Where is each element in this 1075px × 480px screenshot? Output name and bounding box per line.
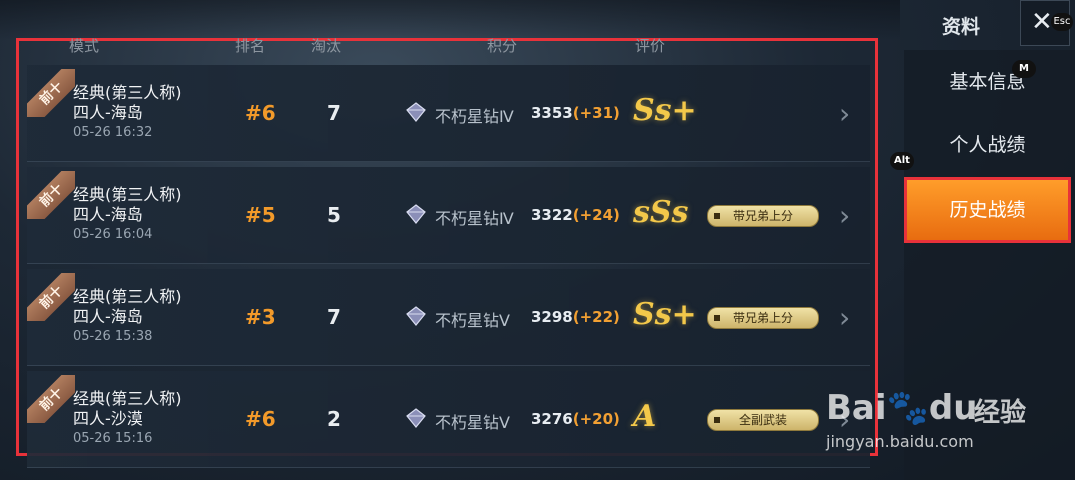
- match-kills: 2: [327, 407, 341, 431]
- top-ten-ribbon: 前十: [27, 69, 75, 117]
- tier-name: 不朽星钻Ⅳ: [435, 107, 514, 126]
- watermark-brand: Bai🐾du: [826, 388, 978, 428]
- match-mode: 经典(第三人称) 四人-海岛 05-26 16:32: [73, 83, 182, 143]
- sidebar-item-label: 个人战绩: [949, 134, 1026, 156]
- match-date: 05-26 16:32: [73, 125, 153, 140]
- match-date: 05-26 16:04: [73, 227, 153, 242]
- watermark-url: jingyan.baidu.com: [826, 432, 974, 451]
- close-button[interactable]: ✕ Esc: [1020, 0, 1073, 46]
- chevron-right-icon[interactable]: ›: [839, 97, 850, 130]
- team-map: 四人-海岛: [73, 103, 143, 122]
- match-date: 05-26 15:16: [73, 431, 153, 446]
- top-ten-ribbon: 前十: [27, 375, 75, 423]
- diamond-tier-icon: [406, 102, 426, 122]
- match-kills: 7: [327, 305, 341, 329]
- team-map: 四人-海岛: [73, 205, 143, 224]
- grade-rating: Ss+: [633, 93, 697, 128]
- mode-label: 经典(第三人称): [73, 287, 182, 306]
- chevron-right-icon[interactable]: ›: [839, 301, 850, 334]
- grade-rating: sSs: [633, 195, 689, 230]
- chevron-right-icon[interactable]: ›: [839, 199, 850, 232]
- achievement-badge: 带兄弟上分: [707, 205, 819, 227]
- esc-key-hint: Esc: [1051, 13, 1073, 31]
- match-row[interactable]: 前十 经典(第三人称) 四人-海岛 05-26 15:38 #3 7 不朽星钻Ⅴ…: [27, 269, 870, 366]
- team-map: 四人-沙漠: [73, 409, 143, 428]
- tier-name: 不朽星钻Ⅳ: [435, 209, 514, 228]
- top-ten-ribbon: 前十: [27, 273, 75, 321]
- header-mode: 模式: [69, 37, 100, 55]
- table-header: 模式 排名 淘汰 积分 评价: [19, 35, 875, 55]
- sidebar-item-basic-info[interactable]: 基本信息: [904, 52, 1071, 112]
- achievement-badge: 全副武装: [707, 409, 819, 431]
- header-score: 积分: [487, 37, 518, 55]
- sidebar-item-personal-record[interactable]: 个人战绩: [904, 115, 1071, 175]
- diamond-tier-icon: [406, 204, 426, 224]
- header-grade: 评价: [635, 37, 666, 55]
- match-rank: #3: [245, 305, 276, 329]
- sidebar-title: 资料: [942, 16, 981, 38]
- alt-key-hint: Alt: [890, 152, 914, 170]
- score-value: 3298(+22): [531, 308, 620, 326]
- match-row[interactable]: 前十 经典(第三人称) 四人-海岛 05-26 16:04 #5 5 不朽星钻Ⅳ…: [27, 167, 870, 264]
- baidu-watermark: Bai🐾du 经验 jingyan.baidu.com: [826, 376, 1066, 466]
- match-rank: #6: [245, 101, 276, 125]
- top-backdrop: [0, 0, 900, 40]
- sidebar-item-history-record[interactable]: 历史战绩: [904, 177, 1071, 243]
- match-kills: 5: [327, 203, 341, 227]
- match-mode: 经典(第三人称) 四人-沙漠 05-26 15:16: [73, 389, 182, 449]
- score-value: 3276(+20): [531, 410, 620, 428]
- match-mode: 经典(第三人称) 四人-海岛 05-26 16:04: [73, 185, 182, 245]
- match-date: 05-26 15:38: [73, 329, 153, 344]
- paw-icon: 🐾: [886, 388, 929, 428]
- match-rank: #6: [245, 407, 276, 431]
- match-row[interactable]: 前十 经典(第三人称) 四人-沙漠 05-26 15:16 #6 2 不朽星钻Ⅴ…: [27, 371, 870, 468]
- diamond-tier-icon: [406, 408, 426, 428]
- mode-label: 经典(第三人称): [73, 389, 182, 408]
- watermark-cn: 经验: [974, 398, 1027, 428]
- tier-name: 不朽星钻Ⅴ: [435, 311, 510, 330]
- match-rank: #5: [245, 203, 276, 227]
- close-icon: ✕: [1031, 7, 1053, 37]
- match-mode: 经典(第三人称) 四人-海岛 05-26 15:38: [73, 287, 182, 347]
- grade-rating: Ss+: [633, 297, 697, 332]
- mode-label: 经典(第三人称): [73, 83, 182, 102]
- achievement-badge: 带兄弟上分: [707, 307, 819, 329]
- m-key-hint: M: [1012, 60, 1036, 78]
- sidebar-item-label: 历史战绩: [949, 199, 1026, 221]
- header-kills: 淘汰: [311, 37, 342, 55]
- header-rank: 排名: [235, 37, 266, 55]
- team-map: 四人-海岛: [73, 307, 143, 326]
- score-value: 3322(+24): [531, 206, 620, 224]
- match-kills: 7: [327, 101, 341, 125]
- mode-label: 经典(第三人称): [73, 185, 182, 204]
- match-history-table: 模式 排名 淘汰 积分 评价 前十 经典(第三人称) 四人-海岛 05-26 1…: [16, 35, 878, 468]
- top-ten-ribbon: 前十: [27, 171, 75, 219]
- tier-name: 不朽星钻Ⅴ: [435, 413, 510, 432]
- match-row[interactable]: 前十 经典(第三人称) 四人-海岛 05-26 16:32 #6 7 不朽星钻Ⅳ…: [27, 65, 870, 162]
- grade-rating: A: [633, 399, 657, 434]
- diamond-tier-icon: [406, 306, 426, 326]
- score-value: 3353(+31): [531, 104, 620, 122]
